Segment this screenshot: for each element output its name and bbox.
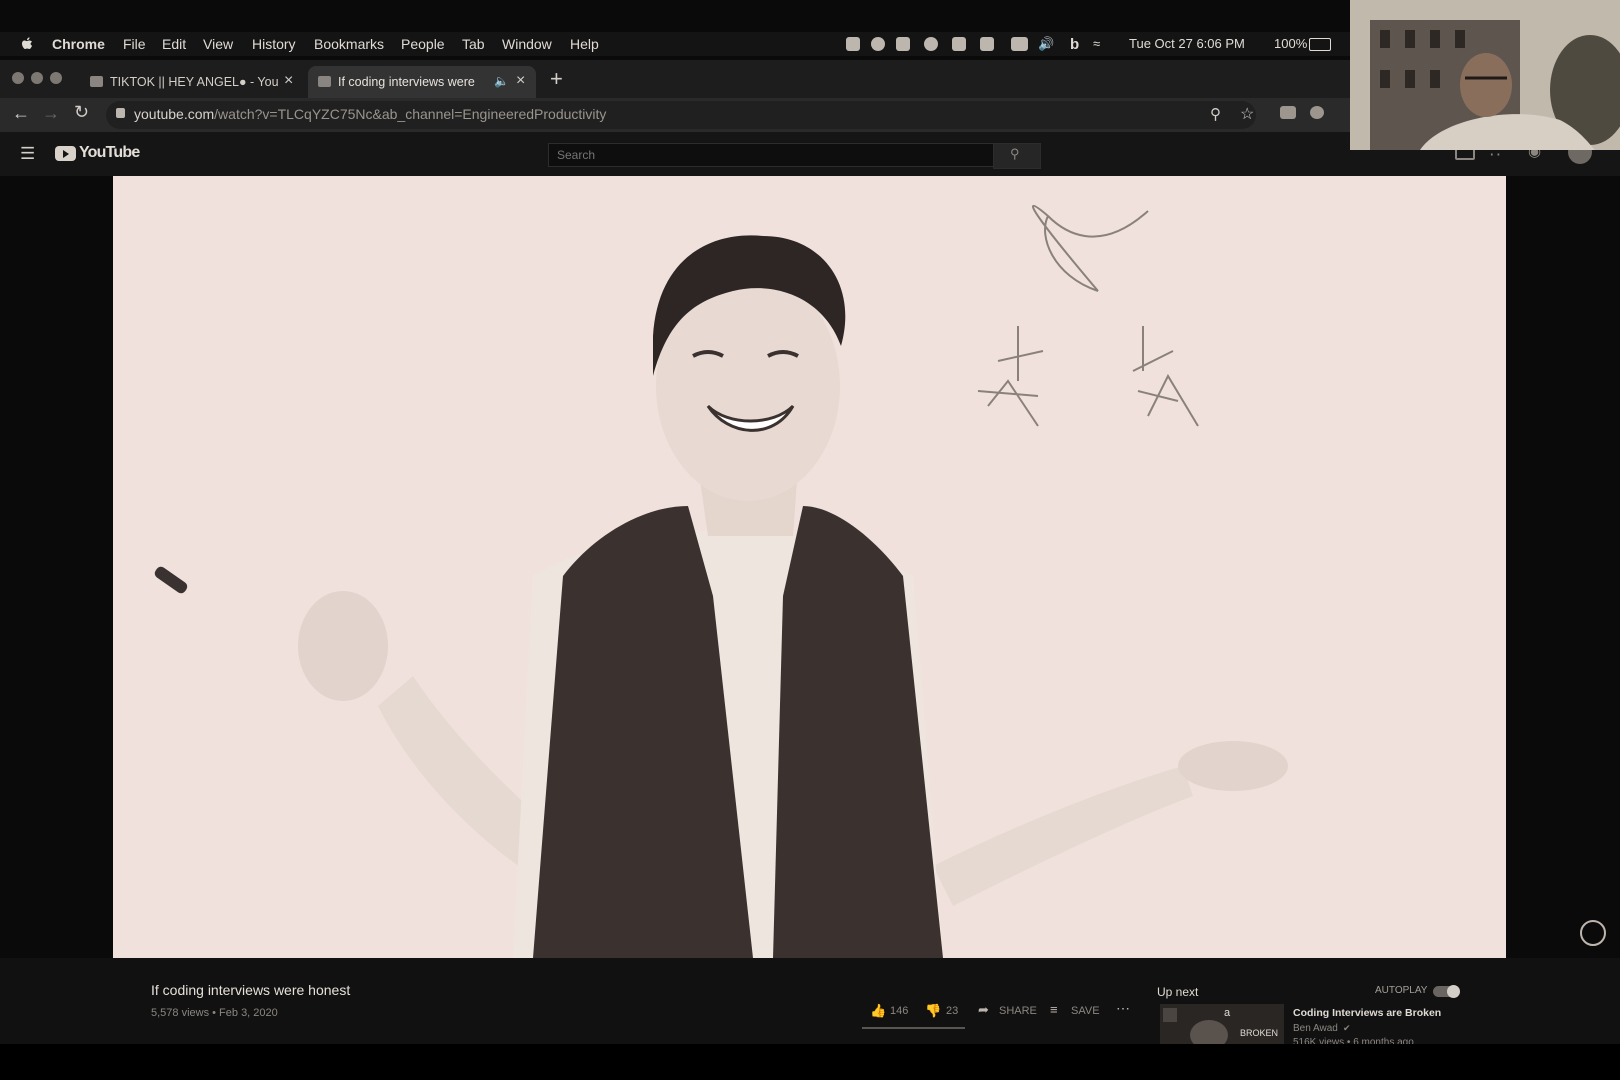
tab-tiktok[interactable]: TIKTOK || HEY ANGEL● - You × [80, 66, 300, 98]
window-minimize-button[interactable] [31, 72, 43, 84]
tab-strip: TIKTOK || HEY ANGEL● - You × If coding i… [0, 60, 1350, 98]
webcam-overlay [1350, 0, 1620, 150]
upnext-thumbnail[interactable]: a BROKEN [1160, 1004, 1284, 1044]
bookmark-star-icon[interactable]: ☆ [1240, 104, 1254, 124]
tab-title: TIKTOK || HEY ANGEL● - You [110, 75, 278, 89]
apple-icon[interactable] [20, 36, 34, 52]
stick-figure-doodle [977, 326, 1044, 427]
search-box[interactable] [548, 143, 994, 167]
like-ratio-bar [862, 1027, 965, 1029]
youtube-favicon-icon [90, 76, 103, 87]
amazon-icon: a [1224, 1007, 1231, 1019]
menu-tab[interactable]: Tab [462, 36, 485, 52]
url-text[interactable]: youtube.com/watch?v=TLCqYZC75Nc&ab_chann… [134, 106, 606, 122]
dislike-icon[interactable]: 👎 [925, 1003, 941, 1019]
thumbnail-face [1190, 1020, 1228, 1044]
autoplay-label: AUTOPLAY [1375, 985, 1428, 996]
screen-bottom-bar [0, 1044, 1620, 1080]
back-icon[interactable]: ← [12, 103, 30, 124]
layout-icon[interactable] [952, 37, 966, 51]
video-info-section: If coding interviews were honest 5,578 v… [0, 958, 1620, 1048]
mute-tab-icon[interactable]: 🔈 [494, 74, 509, 88]
new-tab-icon[interactable]: + [550, 66, 563, 92]
lock-icon[interactable] [116, 108, 125, 118]
toggle-knob [1447, 985, 1460, 998]
save-playlist-icon[interactable]: ≡ [1050, 1002, 1058, 1017]
like-icon[interactable]: 👍 [870, 1003, 886, 1019]
menubar-clock[interactable]: Tue Oct 27 6:06 PM [1129, 36, 1245, 51]
save-button[interactable]: SAVE [1071, 1005, 1100, 1017]
hamburger-menu-icon[interactable]: ☰ [20, 144, 35, 164]
url-path: /watch?v=TLCqYZC75Nc&ab_channel=Engineer… [214, 106, 607, 122]
share-icon[interactable]: ➦ [978, 1002, 989, 1018]
close-tab-icon[interactable]: × [516, 72, 525, 90]
more-options-icon[interactable]: ⋯ [1116, 1000, 1130, 1017]
lens-icon[interactable] [1580, 920, 1606, 946]
volume-icon[interactable]: 🔊 [1038, 36, 1054, 52]
menu-bookmarks[interactable]: Bookmarks [314, 36, 384, 52]
zoom-icon[interactable]: ⚲ [1210, 105, 1221, 123]
video-meta: 5,578 views • Feb 3, 2020 [151, 1007, 278, 1019]
upnext-video-title[interactable]: Coding Interviews are Broken [1293, 1007, 1441, 1019]
network-icon[interactable] [980, 37, 994, 51]
video-title: If coding interviews were honest [151, 982, 351, 998]
share-button[interactable]: SHARE [999, 1005, 1037, 1017]
window-zoom-button[interactable] [50, 72, 62, 84]
up-next-label: Up next [1157, 985, 1199, 999]
battery-icon[interactable] [1309, 38, 1331, 51]
search-button[interactable]: ⚲ [993, 143, 1041, 169]
battery-percent: 100% [1274, 36, 1308, 51]
tab-active-video[interactable]: If coding interviews were h 🔈 × [308, 66, 536, 98]
stick-figure-doodle [1132, 326, 1199, 427]
like-count[interactable]: 146 [890, 1005, 908, 1017]
menu-help[interactable]: Help [570, 36, 599, 52]
heart-doodle [1031, 204, 1149, 292]
video-player[interactable] [113, 176, 1506, 958]
forward-icon[interactable]: → [42, 103, 60, 124]
shield-icon[interactable] [896, 37, 910, 51]
sync-icon[interactable] [871, 37, 885, 51]
url-host: youtube.com [134, 106, 215, 122]
menu-history[interactable]: History [252, 36, 296, 52]
presenter [154, 235, 1288, 958]
play-icon [63, 150, 69, 158]
thumbnail-caption: BROKEN [1240, 1028, 1279, 1038]
display-icon[interactable] [1011, 37, 1028, 51]
youtube-logo-icon[interactable] [55, 146, 76, 161]
browser-toolbar: ← → ↻ youtube.com/watch?v=TLCqYZC75Nc&ab… [0, 98, 1350, 132]
search-input[interactable] [549, 144, 985, 166]
reload-icon[interactable]: ↻ [74, 102, 89, 123]
extension-shield-icon[interactable] [1310, 106, 1324, 119]
menu-view[interactable]: View [203, 36, 233, 52]
video-frame [154, 204, 1288, 958]
wifi-icon[interactable]: ≈ [1093, 36, 1100, 51]
dislike-count[interactable]: 23 [946, 1005, 958, 1017]
youtube-logo-text[interactable]: YouTube [79, 144, 140, 162]
tab-title: If coding interviews were h [338, 75, 478, 89]
autoplay-toggle[interactable] [1433, 985, 1460, 998]
youtube-favicon-icon [318, 76, 331, 87]
b-app-icon[interactable]: b [1070, 36, 1079, 53]
globe-icon[interactable] [924, 37, 938, 51]
window-close-button[interactable] [12, 72, 24, 84]
menu-app-chrome[interactable]: Chrome [52, 36, 105, 52]
menu-file[interactable]: File [123, 36, 146, 52]
verified-icon: ✔ [1343, 1023, 1351, 1033]
menu-window[interactable]: Window [502, 36, 552, 52]
menu-edit[interactable]: Edit [162, 36, 186, 52]
facebook-icon [1163, 1008, 1177, 1022]
webcam-frame [1350, 0, 1620, 150]
close-tab-icon[interactable]: × [284, 72, 293, 90]
upnext-channel[interactable]: Ben Awad [1293, 1023, 1338, 1034]
menu-people[interactable]: People [401, 36, 445, 52]
extension-icon[interactable] [1280, 106, 1296, 119]
dropbox-icon[interactable] [846, 37, 860, 51]
search-icon: ⚲ [1010, 146, 1020, 161]
